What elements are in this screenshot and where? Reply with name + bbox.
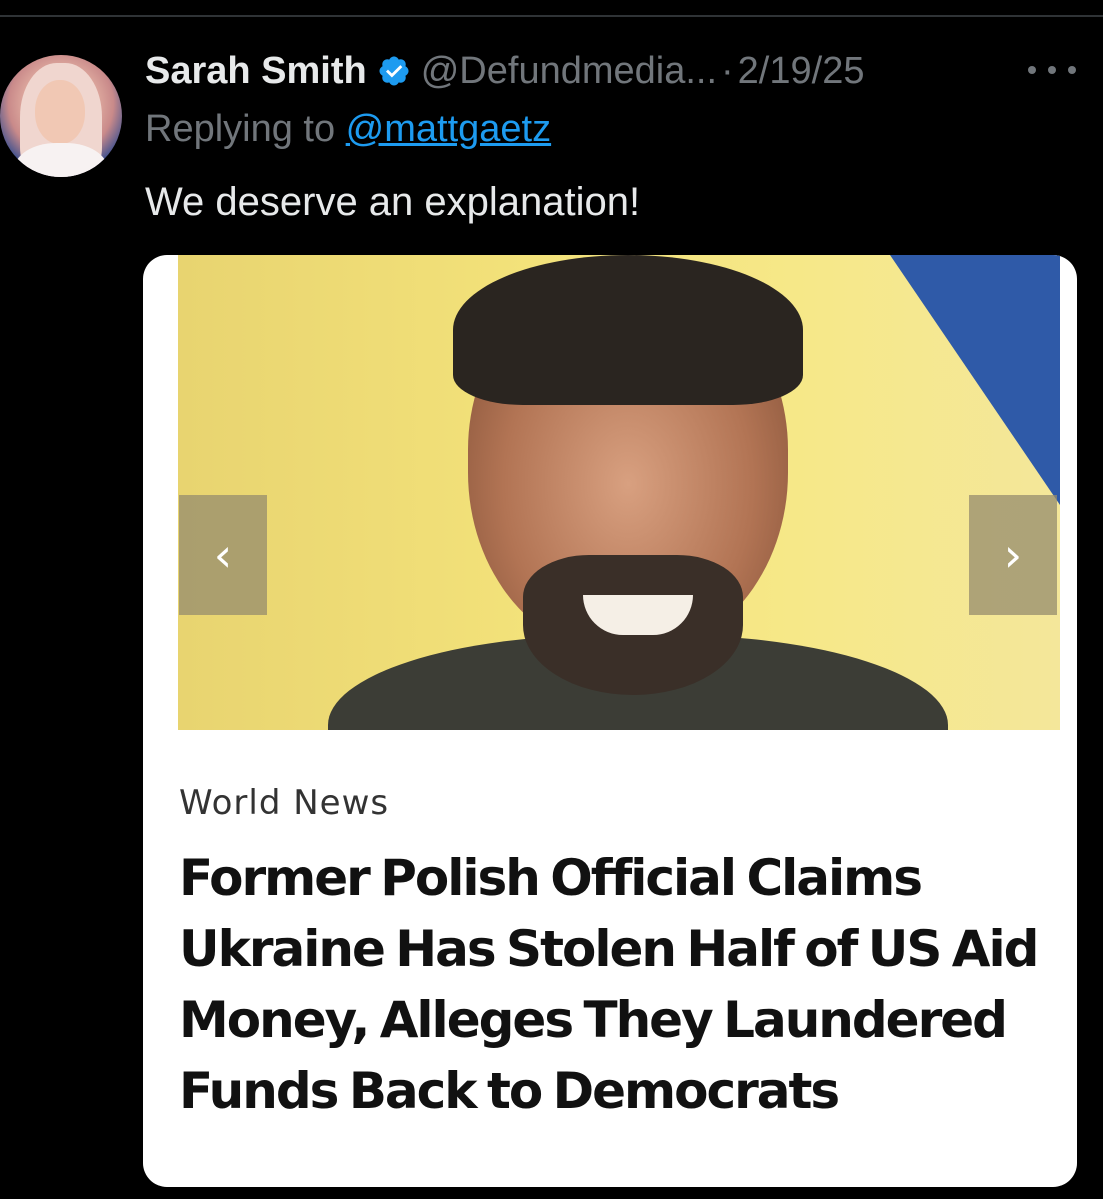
reply-prefix: Replying to bbox=[145, 108, 346, 150]
article-category: World News bbox=[179, 783, 390, 823]
chevron-right-icon: › bbox=[1003, 528, 1023, 582]
more-options-icon[interactable] bbox=[1028, 58, 1076, 82]
article-headline: Former Polish Official Claims Ukraine Ha… bbox=[179, 849, 1039, 1120]
verified-badge-icon[interactable] bbox=[377, 54, 411, 88]
separator-dot: · bbox=[721, 49, 734, 92]
replying-to: Replying to @mattgaetz bbox=[145, 108, 551, 151]
tweet-date[interactable]: 2/19/25 bbox=[738, 50, 865, 93]
top-divider bbox=[0, 15, 1103, 17]
avatar[interactable] bbox=[0, 55, 122, 177]
reply-to-link[interactable]: @mattgaetz bbox=[346, 108, 551, 150]
tweet-header: Sarah Smith @Defundmedia... · 2/19/25 bbox=[145, 48, 864, 94]
carousel-next-button[interactable]: › bbox=[969, 495, 1057, 615]
media-attachment[interactable]: ‹ › World News Former Polish Official Cl… bbox=[143, 255, 1077, 1187]
chevron-left-icon: ‹ bbox=[213, 528, 233, 582]
tweet-text: We deserve an explanation! bbox=[145, 180, 641, 224]
carousel-prev-button[interactable]: ‹ bbox=[179, 495, 267, 615]
user-handle[interactable]: @Defundmedia... bbox=[421, 50, 717, 93]
display-name[interactable]: Sarah Smith bbox=[145, 50, 367, 93]
article-photo bbox=[178, 255, 1060, 730]
